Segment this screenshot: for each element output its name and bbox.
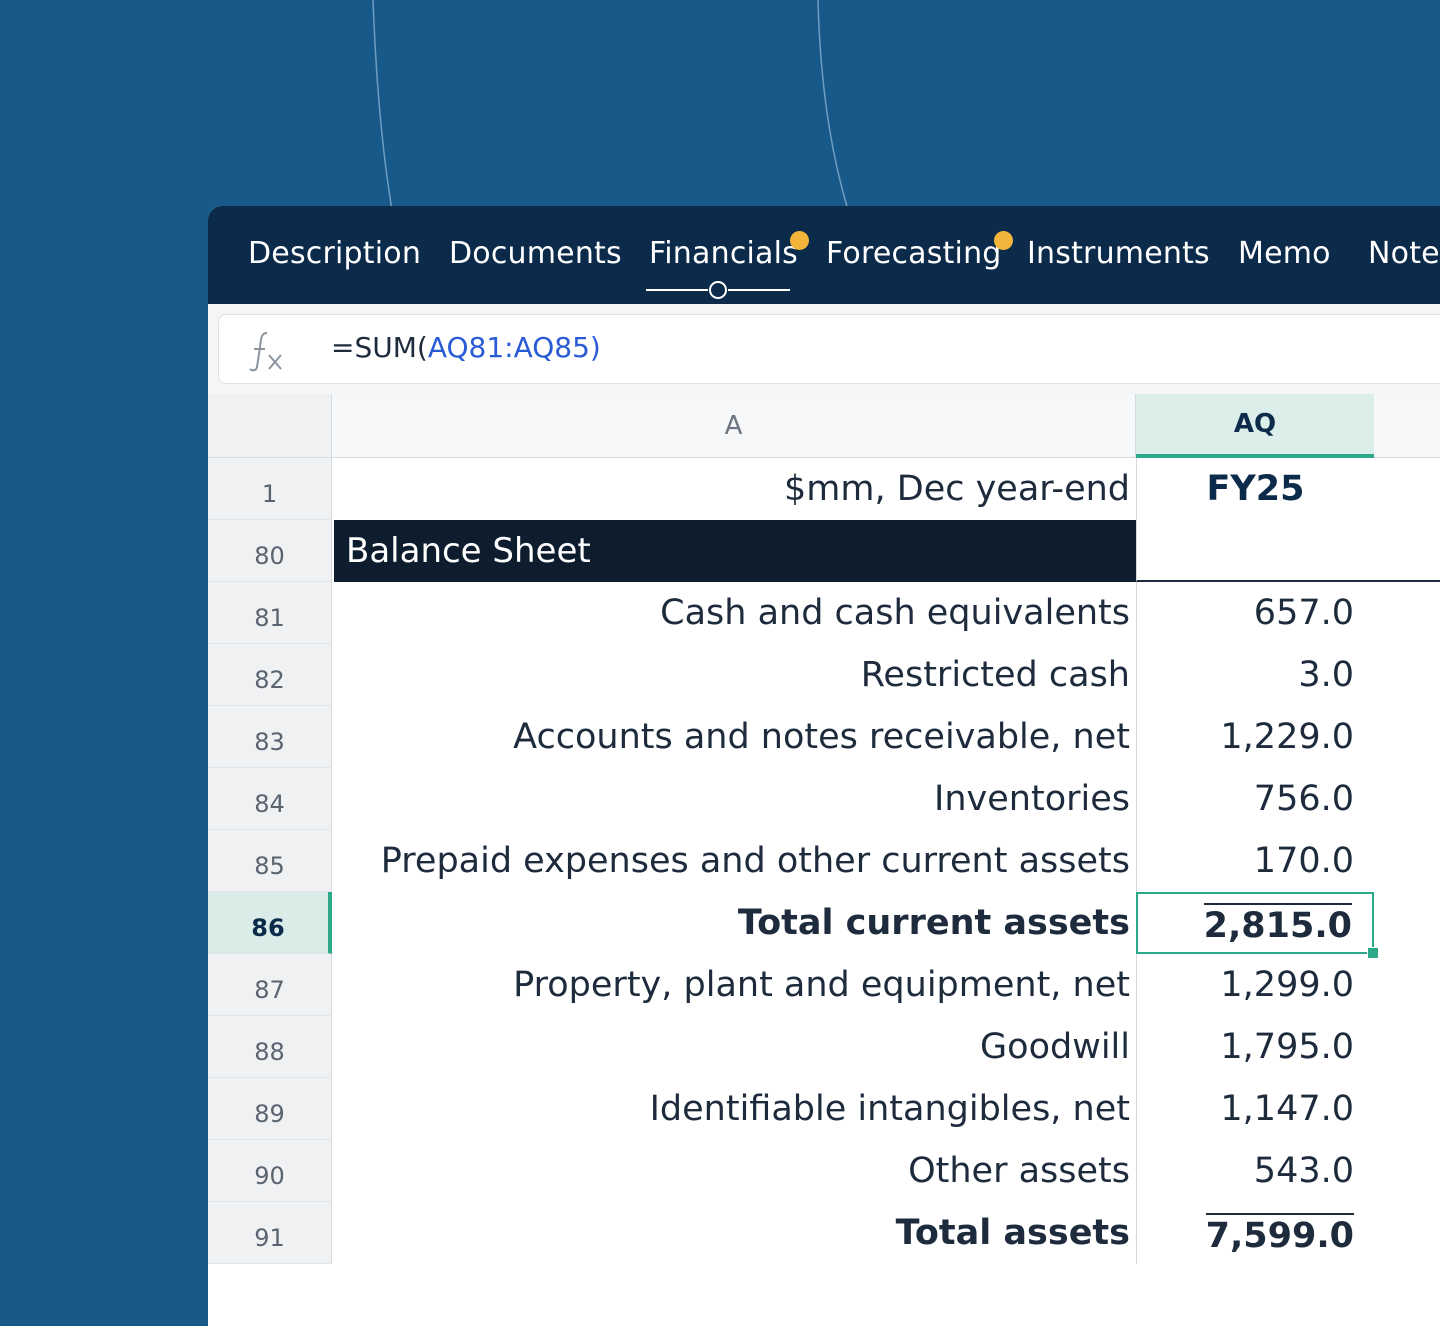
cell-value[interactable]: 3.0 — [1136, 644, 1374, 706]
function-icon — [249, 332, 282, 372]
table-row: 90 Other assets 543.0 — [208, 1140, 1440, 1202]
cell-label[interactable]: Cash and cash equivalents — [334, 582, 1136, 644]
tab-forecasting[interactable]: Forecasting — [826, 231, 1013, 271]
total-cell[interactable]: 7,599.0 — [1136, 1202, 1374, 1264]
cell-label[interactable]: Inventories — [334, 768, 1136, 830]
table-row: 85 Prepaid expenses and other current as… — [208, 830, 1440, 892]
notification-dot — [993, 231, 1013, 250]
cell-value[interactable] — [1136, 520, 1440, 582]
formula-text[interactable]: =SUM(AQ81:AQ85) — [331, 331, 601, 364]
table-row: 80 Balance Sheet — [208, 520, 1440, 582]
row-number[interactable]: 80 — [208, 520, 332, 582]
row-number[interactable]: 91 — [208, 1202, 332, 1264]
table-row: 87 Property, plant and equipment, net 1,… — [208, 954, 1440, 1016]
tab-notes[interactable]: Notes — [1368, 236, 1440, 271]
cell-value[interactable]: 657.0 — [1136, 582, 1374, 644]
cell-label[interactable]: Restricted cash — [334, 644, 1136, 706]
cell-value[interactable]: FY25 — [1136, 458, 1374, 520]
column-header-a[interactable]: A — [332, 394, 1136, 458]
row-number[interactable]: 81 — [208, 582, 332, 644]
formula-area: =SUM(AQ81:AQ85) — [208, 304, 1440, 398]
row-number[interactable]: 84 — [208, 768, 332, 830]
table-row: 1 $mm, Dec year-end FY25 — [208, 458, 1440, 520]
row-number[interactable]: 83 — [208, 706, 332, 768]
spreadsheet-window: Description Documents Financials Forecas… — [208, 206, 1440, 1326]
cell-label[interactable]: Total current assets — [334, 892, 1136, 954]
formula-prefix: =SUM( — [331, 331, 428, 364]
table-row: 84 Inventories 756.0 — [208, 768, 1440, 830]
table-row: 86 Total current assets 2,815.0 — [208, 892, 1440, 959]
cell-label[interactable]: Identifiable intangibles, net — [334, 1078, 1136, 1140]
selected-cell[interactable]: 2,815.0 — [1136, 892, 1379, 959]
row-number[interactable]: 90 — [208, 1140, 332, 1202]
cell-label[interactable]: Other assets — [334, 1140, 1136, 1202]
cell-value[interactable]: 1,299.0 — [1136, 954, 1374, 1016]
select-all-corner[interactable] — [208, 394, 332, 458]
cell-label[interactable]: $mm, Dec year-end — [334, 458, 1136, 520]
cell-label[interactable]: Prepaid expenses and other current asset… — [334, 830, 1136, 892]
cell-value[interactable]: 1,795.0 — [1136, 1016, 1374, 1078]
cell-value[interactable]: 756.0 — [1136, 768, 1374, 830]
column-header-next[interactable] — [1374, 394, 1440, 458]
section-header[interactable]: Balance Sheet — [334, 520, 1136, 582]
tab-memo[interactable]: Memo — [1238, 236, 1331, 271]
cell-label[interactable]: Goodwill — [334, 1016, 1136, 1078]
cell-value[interactable]: 1,229.0 — [1136, 706, 1374, 768]
tab-instruments[interactable]: Instruments — [1027, 236, 1210, 271]
row-number[interactable]: 87 — [208, 954, 332, 1016]
tab-documents[interactable]: Documents — [449, 236, 622, 271]
cell-label[interactable]: Property, plant and equipment, net — [334, 954, 1136, 1016]
table-row: 83 Accounts and notes receivable, net 1,… — [208, 706, 1440, 768]
tab-bar: Description Documents Financials Forecas… — [208, 206, 1440, 304]
row-number[interactable]: 82 — [208, 644, 332, 706]
table-row: 91 Total assets 7,599.0 — [208, 1202, 1440, 1264]
column-header-aq[interactable]: AQ — [1136, 394, 1374, 458]
table-row: 88 Goodwill 1,795.0 — [208, 1016, 1440, 1078]
tab-financials[interactable]: Financials — [649, 231, 809, 271]
spreadsheet-grid: A AQ 1 $mm, Dec year-end FY25 80 Balance… — [208, 394, 1440, 1326]
cell-label[interactable]: Accounts and notes receivable, net — [334, 706, 1136, 768]
cell-value: 2,815.0 — [1203, 902, 1352, 944]
formula-bar[interactable]: =SUM(AQ81:AQ85) — [218, 314, 1440, 384]
cell-value: 7,599.0 — [1205, 1212, 1354, 1254]
table-row: 81 Cash and cash equivalents 657.0 — [208, 582, 1440, 644]
formula-suffix: ) — [589, 331, 601, 364]
row-number[interactable]: 1 — [208, 458, 332, 520]
tab-description[interactable]: Description — [248, 236, 421, 271]
cell-value[interactable]: 170.0 — [1136, 830, 1374, 892]
cell-value[interactable]: 543.0 — [1136, 1140, 1374, 1202]
row-number[interactable]: 89 — [208, 1078, 332, 1140]
table-row: 82 Restricted cash 3.0 — [208, 644, 1440, 706]
formula-range: AQ81:AQ85 — [427, 331, 590, 364]
cell-value[interactable]: 1,147.0 — [1136, 1078, 1374, 1140]
row-number-active[interactable]: 86 — [208, 892, 332, 954]
table-row: 89 Identifiable intangibles, net 1,147.0 — [208, 1078, 1440, 1140]
cell-label[interactable]: Total assets — [334, 1202, 1136, 1264]
active-tab-indicator — [646, 281, 790, 299]
row-number[interactable]: 85 — [208, 830, 332, 892]
notification-dot — [790, 231, 809, 250]
row-number[interactable]: 88 — [208, 1016, 332, 1078]
